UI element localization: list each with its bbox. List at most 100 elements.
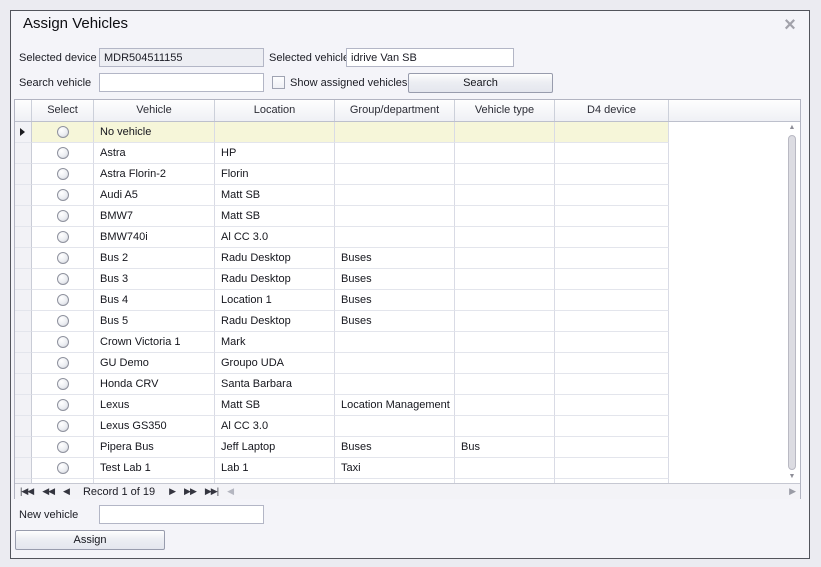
hscroll-left-icon[interactable]: ◀ <box>227 484 234 499</box>
select-radio[interactable] <box>57 168 69 180</box>
table-row[interactable]: BMW7Matt SB <box>15 206 800 227</box>
show-assigned-label: Show assigned vehicles <box>290 76 407 90</box>
table-row[interactable]: Test Lab 1Lab 1Taxi <box>15 458 800 479</box>
row-indicator <box>15 332 32 353</box>
hscroll-right-icon[interactable]: ▶ <box>789 484 796 499</box>
select-radio[interactable] <box>57 378 69 390</box>
table-row[interactable]: Bus 3Radu DesktopBuses <box>15 269 800 290</box>
table-row[interactable]: No vehicle <box>15 122 800 143</box>
select-radio[interactable] <box>57 189 69 201</box>
select-cell <box>32 269 94 290</box>
table-row[interactable]: GU DemoGroupo UDA <box>15 353 800 374</box>
search-button[interactable]: Search <box>408 73 553 93</box>
group-cell <box>335 374 455 395</box>
search-vehicle-input[interactable] <box>99 73 264 92</box>
scroll-up-icon[interactable]: ▲ <box>789 124 796 132</box>
select-radio[interactable] <box>57 210 69 222</box>
row-indicator <box>15 185 32 206</box>
select-radio[interactable] <box>57 252 69 264</box>
location-cell: Radu Desktop <box>215 311 335 332</box>
table-row[interactable]: Audi A5Matt SB <box>15 185 800 206</box>
location-cell: Lab 1 <box>215 458 335 479</box>
header-indicator <box>15 100 32 121</box>
location-cell: Florin <box>215 164 335 185</box>
d4-device-cell <box>555 416 669 437</box>
filler-cell <box>669 143 800 164</box>
table-row[interactable]: Bus 2Radu DesktopBuses <box>15 248 800 269</box>
table-row[interactable]: Honda CRVSanta Barbara <box>15 374 800 395</box>
vehicle-type-cell <box>455 332 555 353</box>
table-row[interactable]: BMW740iAl CC 3.0 <box>15 227 800 248</box>
select-radio[interactable] <box>57 126 69 138</box>
vertical-scrollbar-thumb[interactable] <box>788 135 796 470</box>
last-record-icon[interactable]: ▶▶| <box>205 486 218 496</box>
table-row[interactable]: LexusMatt SBLocation Management <box>15 395 800 416</box>
row-indicator <box>15 248 32 269</box>
table-row[interactable]: Bus 4Location 1Buses <box>15 290 800 311</box>
select-radio[interactable] <box>57 273 69 285</box>
group-cell: Taxi <box>335 458 455 479</box>
select-radio[interactable] <box>57 462 69 474</box>
column-header-vehicle-type[interactable]: Vehicle type <box>455 100 555 121</box>
select-radio[interactable] <box>57 147 69 159</box>
select-radio[interactable] <box>57 399 69 411</box>
group-cell: Location Management <box>335 395 455 416</box>
filler-cell <box>669 332 800 353</box>
close-icon[interactable]: × <box>781 17 799 35</box>
d4-device-cell <box>555 269 669 290</box>
d4-device-cell <box>555 290 669 311</box>
select-radio[interactable] <box>57 315 69 327</box>
select-radio[interactable] <box>57 336 69 348</box>
select-radio[interactable] <box>57 294 69 306</box>
vehicle-type-cell <box>455 227 555 248</box>
group-cell <box>335 227 455 248</box>
prev-page-icon[interactable]: ◀◀ <box>42 486 54 496</box>
table-row[interactable]: Astra Florin-2Florin <box>15 164 800 185</box>
select-radio[interactable] <box>57 357 69 369</box>
next-record-icon[interactable]: ▶ <box>169 486 175 496</box>
selected-vehicle-field[interactable] <box>346 48 514 67</box>
new-vehicle-input[interactable] <box>99 505 264 524</box>
table-row[interactable]: Lexus GS350Al CC 3.0 <box>15 416 800 437</box>
selected-device-field[interactable] <box>99 48 264 67</box>
d4-device-cell <box>555 185 669 206</box>
vehicle-cell: Crown Victoria 1 <box>94 332 215 353</box>
column-header-select[interactable]: Select <box>32 100 94 121</box>
table-row[interactable]: Bus 5Radu DesktopBuses <box>15 311 800 332</box>
column-header-location[interactable]: Location <box>215 100 335 121</box>
prev-record-icon[interactable]: ◀ <box>63 486 69 496</box>
location-cell: HP <box>215 143 335 164</box>
location-cell: Radu Desktop <box>215 248 335 269</box>
location-cell: Matt SB <box>215 185 335 206</box>
table-row[interactable]: AstraHP <box>15 143 800 164</box>
location-cell: Mark <box>215 332 335 353</box>
select-radio[interactable] <box>57 441 69 453</box>
show-assigned-checkbox[interactable] <box>272 76 285 89</box>
select-cell <box>32 164 94 185</box>
column-header-d4-device[interactable]: D4 device <box>555 100 669 121</box>
vehicle-cell: Test Lab 1 <box>94 458 215 479</box>
first-record-icon[interactable]: |◀◀ <box>20 486 33 496</box>
next-page-icon[interactable]: ▶▶ <box>184 486 196 496</box>
d4-device-cell <box>555 206 669 227</box>
select-radio[interactable] <box>57 420 69 432</box>
vehicle-type-cell <box>455 311 555 332</box>
column-header-group-department[interactable]: Group/department <box>335 100 455 121</box>
location-cell: Jeff Laptop <box>215 437 335 458</box>
column-header-vehicle[interactable]: Vehicle <box>94 100 215 121</box>
location-cell: Matt SB <box>215 395 335 416</box>
vehicle-cell: Pipera Bus <box>94 437 215 458</box>
select-radio[interactable] <box>57 231 69 243</box>
scroll-down-icon[interactable]: ▼ <box>789 473 796 481</box>
table-row[interactable]: Pipera BusJeff LaptopBusesBus <box>15 437 800 458</box>
select-cell <box>32 185 94 206</box>
navigator-left-buttons: |◀◀◀◀◀ <box>20 484 78 499</box>
table-row[interactable]: Crown Victoria 1Mark <box>15 332 800 353</box>
assign-button[interactable]: Assign <box>15 530 165 550</box>
filler-cell <box>669 353 800 374</box>
assign-vehicles-dialog: Assign Vehicles × Selected device Select… <box>10 10 810 559</box>
filler-cell <box>669 206 800 227</box>
grid-header: SelectVehicleLocationGroup/departmentVeh… <box>15 100 800 122</box>
vertical-scrollbar[interactable]: ▲ ▼ <box>786 124 798 481</box>
vehicle-type-cell <box>455 290 555 311</box>
